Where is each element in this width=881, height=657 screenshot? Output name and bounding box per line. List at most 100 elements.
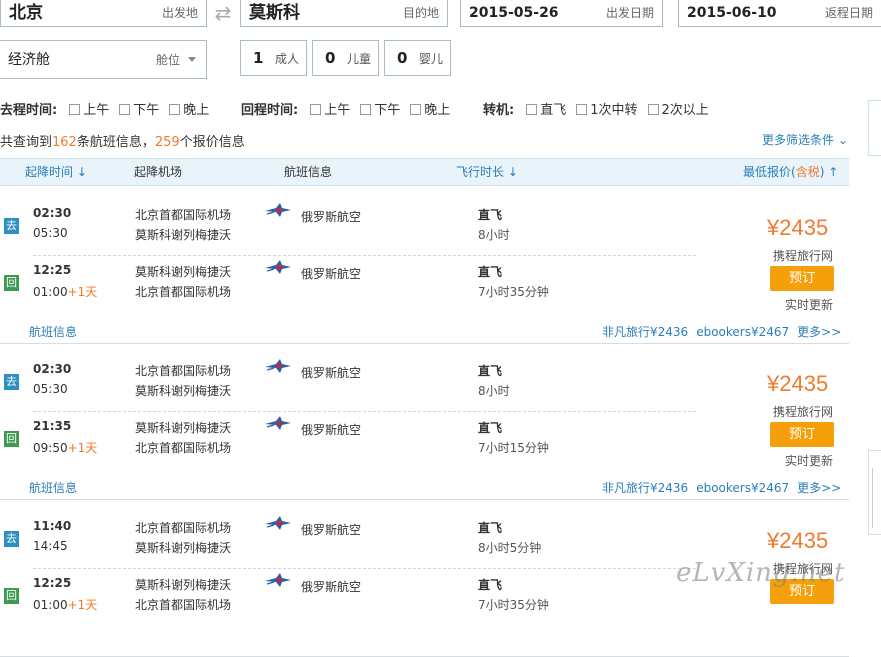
- filter-option[interactable]: 下午: [133, 103, 159, 118]
- cabin-value: 经济舱: [8, 52, 50, 68]
- return-time-label: 回程时间:: [241, 103, 299, 118]
- result-summary: 共查询到162条航班信息，259个报价信息: [0, 131, 245, 150]
- stop-type: 直飞: [478, 208, 503, 222]
- realtime-label: 实时更新: [785, 298, 834, 312]
- flight-info-link[interactable]: 航班信息: [29, 323, 77, 340]
- other-vendor-link[interactable]: ebookers¥2467: [696, 481, 789, 495]
- other-vendor-prices: 非凡旅行¥2436 ebookers¥2467 更多>>: [602, 323, 849, 340]
- infants-label: 婴儿: [418, 52, 443, 66]
- filter-option[interactable]: 2次以上: [662, 103, 709, 118]
- stop-type: 直飞: [478, 364, 503, 378]
- side-rail-scroll: [872, 468, 881, 528]
- depart-date-field[interactable]: 2015-05-26 出发日期: [460, 0, 663, 27]
- infants-field[interactable]: 0 婴儿: [384, 40, 451, 76]
- filter-option[interactable]: 下午: [374, 103, 400, 118]
- side-rail-tab[interactable]: [868, 100, 881, 156]
- departure-airport: 北京首都国际机场: [135, 521, 232, 535]
- airline-name[interactable]: 俄罗斯航空: [301, 364, 361, 381]
- filter-option[interactable]: 直飞: [540, 103, 566, 118]
- departure-airport: 莫斯科谢列梅捷沃: [135, 265, 232, 279]
- cabin-select[interactable]: 经济舱 舱位: [0, 40, 207, 79]
- airline-name[interactable]: 俄罗斯航空: [301, 265, 361, 282]
- other-vendor-link[interactable]: 非凡旅行¥2436: [602, 325, 688, 339]
- filter-option[interactable]: 1次中转: [590, 103, 637, 118]
- sort-by-duration[interactable]: 飞行时长 ↓: [456, 159, 518, 186]
- more-filters-link[interactable]: 更多筛选条件 ⌄: [762, 131, 848, 148]
- children-label: 儿童: [346, 52, 371, 66]
- lowest-price: ¥2435: [767, 528, 829, 553]
- checkbox[interactable]: [69, 103, 81, 115]
- col-airport: 起降机场: [134, 165, 183, 179]
- arrival-airport: 莫斯科谢列梅捷沃: [135, 384, 232, 398]
- airline-logo-icon: [264, 202, 292, 218]
- other-vendor-link[interactable]: ebookers¥2467: [696, 325, 789, 339]
- filter-option[interactable]: 晚上: [424, 103, 450, 118]
- departure-airport: 莫斯科谢列梅捷沃: [135, 578, 232, 592]
- flight-duration: 7小时35分钟: [478, 285, 549, 299]
- transfer-filter: 转机: 直飞 1次中转 2次以上: [483, 103, 713, 119]
- checkbox[interactable]: [576, 103, 588, 115]
- leg-direction-badge: 回: [4, 431, 19, 447]
- watermark: eLvXing.net: [676, 558, 846, 588]
- return-date-value: 2015-06-10: [687, 5, 777, 21]
- arrival-time-value: 05:30: [33, 226, 68, 240]
- filter-option[interactable]: 上午: [324, 103, 350, 118]
- arrival-time: 01:00+1天: [33, 596, 97, 613]
- flight-info-link[interactable]: 航班信息: [29, 479, 77, 496]
- checkbox[interactable]: [119, 103, 131, 115]
- other-vendor-link[interactable]: 非凡旅行¥2436: [602, 481, 688, 495]
- price-col-tax: 含税: [795, 165, 820, 179]
- checkbox[interactable]: [169, 103, 181, 115]
- cabin-hint: 舱位: [155, 53, 180, 67]
- price-col-prefix: 最低报价(: [743, 165, 796, 179]
- departure-time: 12:25: [33, 263, 72, 277]
- book-button[interactable]: 预订: [770, 422, 834, 447]
- sort-by-time[interactable]: 起降时间 ↓: [25, 159, 87, 186]
- flight-count: 162: [52, 135, 77, 150]
- checkbox[interactable]: [526, 103, 538, 115]
- airline-logo-icon: [264, 415, 292, 431]
- checkbox[interactable]: [410, 103, 422, 115]
- leg-separator: [33, 411, 696, 412]
- adults-count: 1: [253, 49, 264, 67]
- airline-name[interactable]: 俄罗斯航空: [301, 521, 361, 538]
- outbound-time-label: 去程时间:: [0, 103, 58, 118]
- checkbox[interactable]: [360, 103, 372, 115]
- stop-type: 直飞: [478, 421, 503, 435]
- summary-prefix: 共查询到: [0, 135, 53, 150]
- transfer-label: 转机:: [483, 103, 515, 118]
- price-col-suffix: ) ↑: [819, 165, 839, 179]
- arrival-time: 01:00+1天: [33, 283, 97, 300]
- checkbox[interactable]: [647, 103, 659, 115]
- adults-field[interactable]: 1 成人: [240, 40, 307, 76]
- summary-mid: 条航班信息，: [76, 135, 155, 150]
- other-vendor-link[interactable]: 更多>>: [797, 325, 841, 339]
- departure-airport: 莫斯科谢列梅捷沃: [135, 421, 232, 435]
- filter-option[interactable]: 上午: [83, 103, 109, 118]
- checkbox[interactable]: [310, 103, 322, 115]
- to-city-field[interactable]: 莫斯科 目的地: [240, 0, 448, 27]
- quote-count: 259: [154, 135, 180, 150]
- airline-name[interactable]: 俄罗斯航空: [301, 578, 361, 595]
- results-header: 起降时间 ↓ 起降机场 航班信息 飞行时长 ↓ 最低报价(含税) ↑: [0, 158, 849, 186]
- filter-option[interactable]: 晚上: [183, 103, 209, 118]
- swap-cities-icon[interactable]: ⇄: [210, 2, 236, 24]
- airline-name[interactable]: 俄罗斯航空: [301, 421, 361, 438]
- sort-by-price[interactable]: 最低报价(含税) ↑: [743, 159, 838, 186]
- price-vendor[interactable]: 携程旅行网: [773, 403, 833, 420]
- children-field[interactable]: 0 儿童: [312, 40, 379, 76]
- leg-separator: [33, 255, 696, 256]
- departure-time: 21:35: [33, 419, 72, 433]
- arrival-airport: 北京首都国际机场: [135, 598, 232, 612]
- flight-result-card: 去 02:30 05:30 北京首都国际机场 莫斯科谢列梅捷沃 俄罗斯航空 直飞 8小时回 21…: [0, 343, 849, 500]
- depart-date-value: 2015-05-26: [469, 5, 559, 21]
- to-city-hint: 目的地: [402, 6, 439, 20]
- book-button[interactable]: 预订: [770, 266, 834, 291]
- return-date-field[interactable]: 2015-06-10 返程日期: [678, 0, 881, 27]
- outbound-time-filter: 去程时间: 上午 下午 晚上: [0, 103, 213, 119]
- airline-name[interactable]: 俄罗斯航空: [301, 208, 361, 225]
- from-city-field[interactable]: 北京 出发地: [0, 0, 207, 27]
- flight-result-card: 去 02:30 05:30 北京首都国际机场 莫斯科谢列梅捷沃 俄罗斯航空 直飞 8小时回 12…: [0, 187, 849, 344]
- price-vendor[interactable]: 携程旅行网: [773, 247, 833, 264]
- other-vendor-link[interactable]: 更多>>: [797, 481, 841, 495]
